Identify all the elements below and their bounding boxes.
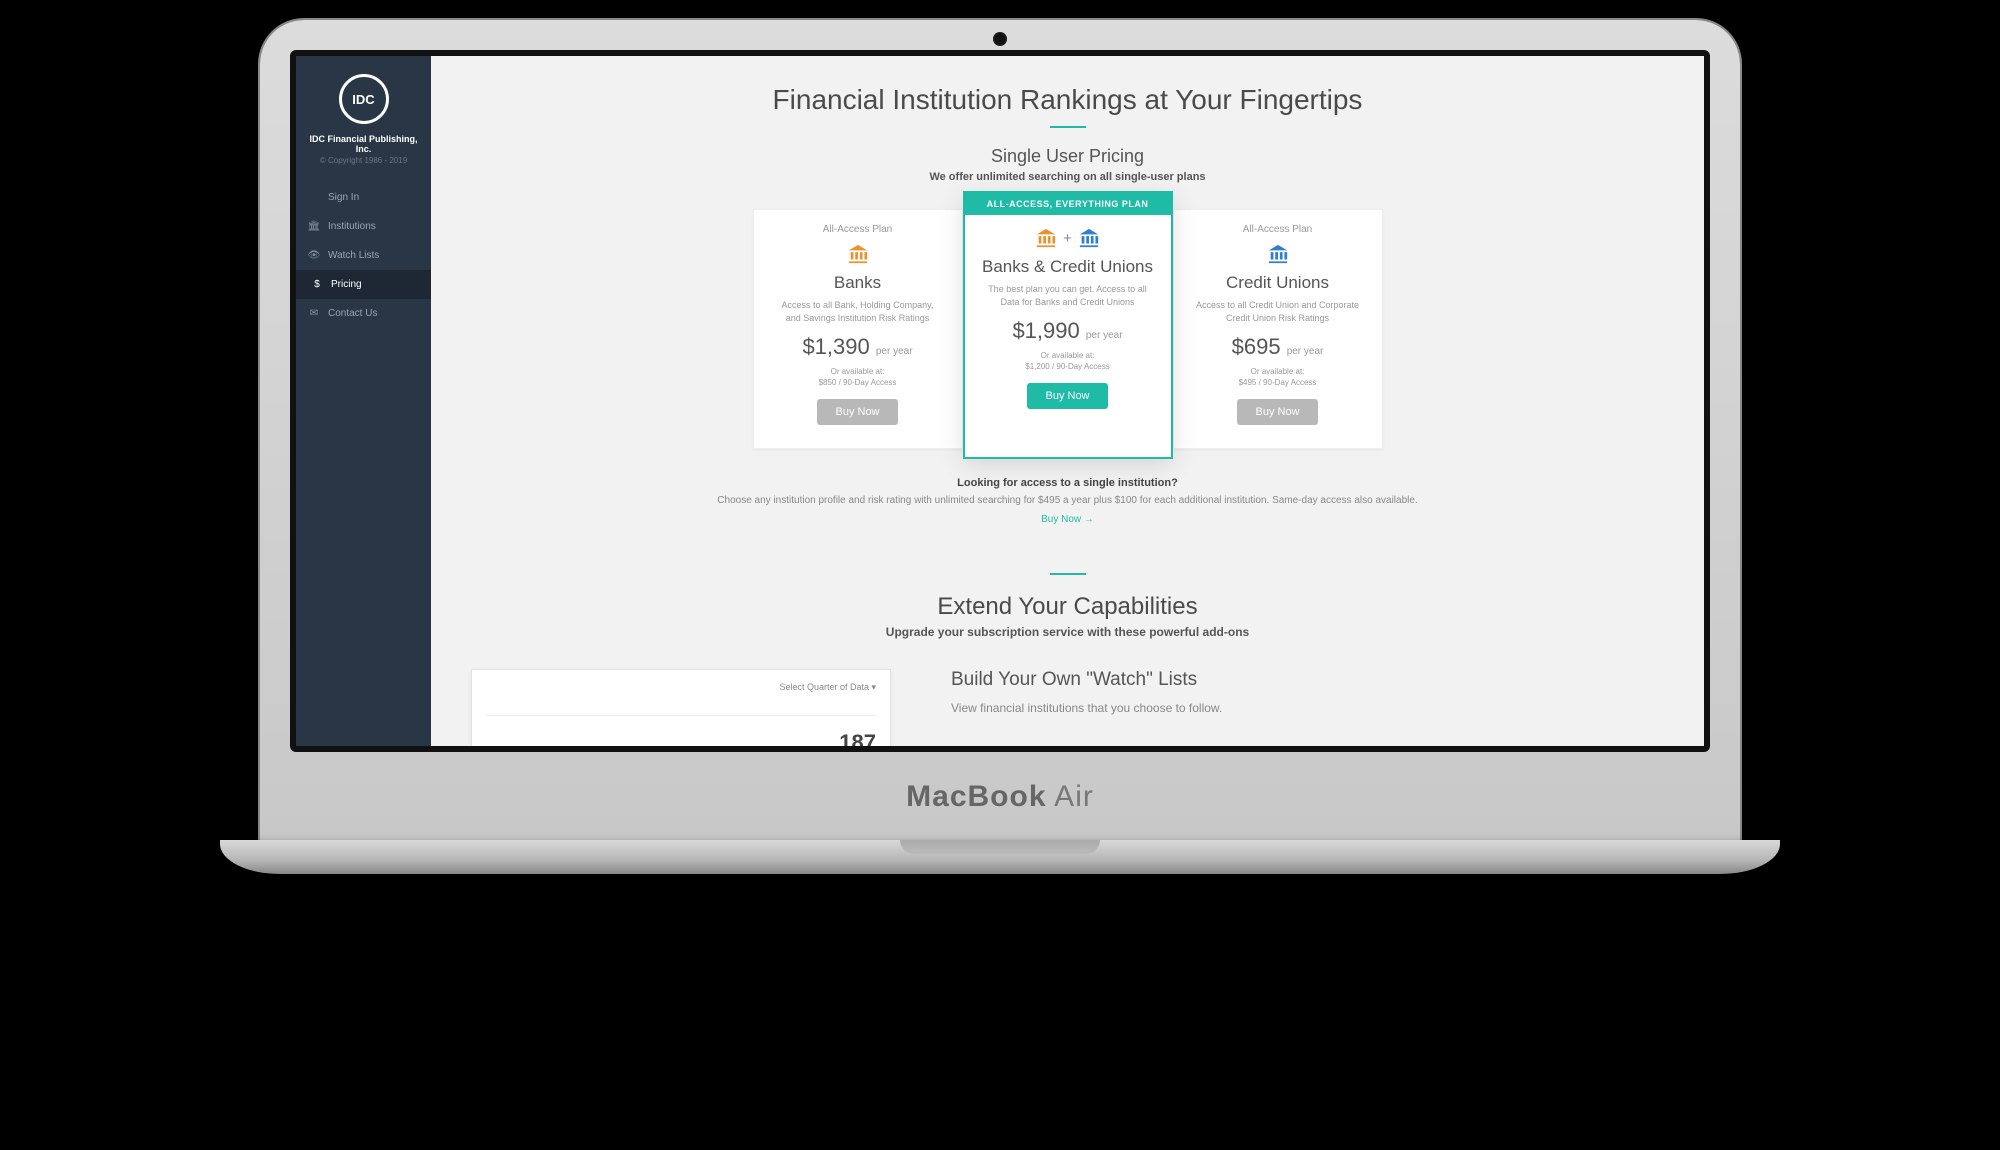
pricing-cards: All-Access Plan Banks Access to all Bank… [471,209,1664,459]
sidebar-item-pricing[interactable]: $ Pricing [296,270,431,299]
plan-card-banks: All-Access Plan Banks Access to all Bank… [753,209,963,449]
single-access-block: Looking for access to a single instituti… [471,477,1664,527]
binoculars-icon: 👁 [308,250,320,261]
brand-block: IDC IDC Financial Publishing, Inc. © Cop… [296,56,431,177]
extend-divider [1050,573,1086,575]
laptop-frame: IDC IDC Financial Publishing, Inc. © Cop… [260,20,1740,842]
plan-price: $1,990 per year [981,318,1155,344]
plan-desc: Access to all Bank, Holding Company, and… [770,299,946,324]
watch-title: Build Your Own "Watch" Lists [951,669,1664,691]
screen-bezel: IDC IDC Financial Publishing, Inc. © Cop… [290,50,1710,752]
bank-icon [1035,227,1057,249]
extend-section: Extend Your Capabilities Upgrade your su… [471,573,1664,746]
logo-icon: IDC [339,74,389,124]
extend-title: Extend Your Capabilities [471,593,1664,621]
plus-icon: + [1063,230,1072,247]
envelope-icon: ✉ [308,308,320,319]
pricing-subtext: We offer unlimited searching on all sing… [471,171,1664,183]
sidebar: IDC IDC Financial Publishing, Inc. © Cop… [296,56,431,746]
single-access-question: Looking for access to a single instituti… [471,477,1664,489]
plan-name: Credit Unions [1190,273,1366,293]
bank-icon [1267,243,1289,265]
sidebar-item-contact[interactable]: ✉ Contact Us [296,299,431,328]
plan-alt: Or available at:$850 / 90-Day Access [770,366,946,388]
laptop-base [220,840,1780,874]
extend-sub: Upgrade your subscription service with t… [471,625,1664,639]
buy-button-cu[interactable]: Buy Now [1237,399,1317,425]
buy-button-banks[interactable]: Buy Now [817,399,897,425]
dollar-icon: $ [311,279,323,290]
copyright-text: © Copyright 1986 - 2019 [304,156,423,165]
plan-name: Banks & Credit Unions [981,257,1155,277]
device-label-area: MacBook Air [290,752,1710,842]
bank-icon [1078,227,1100,249]
single-access-text: Choose any institution profile and risk … [658,495,1478,506]
title-divider [1050,126,1086,128]
rank-preview-card: Select Quarter of Data ▾ IDC Rank of Fin… [471,669,891,746]
watch-text: View financial institutions that you cho… [951,701,1664,715]
company-name: IDC Financial Publishing, Inc. [304,134,423,154]
page-title: Financial Institution Rankings at Your F… [471,84,1664,116]
plan-alt: Or available at:$495 / 90-Day Access [1190,366,1366,388]
device-label: MacBook Air [906,780,1094,814]
sidebar-item-watchlists[interactable]: 👁 Watch Lists [296,241,431,270]
plan-desc: The best plan you can get. Access to all… [981,283,1155,308]
plan-card-combo: ALL-ACCESS, EVERYTHING PLAN + Banks & Cr… [963,191,1173,459]
plan-label: All-Access Plan [770,224,946,235]
buy-button-combo[interactable]: Buy Now [1027,383,1107,409]
sidebar-item-signin[interactable]: Sign In [296,183,431,212]
quarter-selector[interactable]: Select Quarter of Data ▾ [486,682,876,693]
pricing-subtitle: Single User Pricing [471,146,1664,167]
camera-dot [993,32,1007,46]
bank-icon [847,243,869,265]
plan-card-cu: All-Access Plan Credit Unions Access to … [1173,209,1383,449]
plan-price: $695 per year [1190,334,1366,360]
app-screen: IDC IDC Financial Publishing, Inc. © Cop… [296,56,1704,746]
nav-label: Watch Lists [328,250,379,261]
watch-block: Build Your Own "Watch" Lists View financ… [951,669,1664,715]
nav-label: Institutions [328,221,376,232]
sidebar-item-institutions[interactable]: 🏛 Institutions [296,212,431,241]
nav-label: Contact Us [328,308,377,319]
plan-desc: Access to all Credit Union and Corporate… [1190,299,1366,324]
plan-label: All-Access Plan [1190,224,1366,235]
rank-value: 187 [793,730,876,746]
featured-banner: ALL-ACCESS, EVERYTHING PLAN [965,193,1171,215]
plan-name: Banks [770,273,946,293]
plan-price: $1,390 per year [770,334,946,360]
main-content: Financial Institution Rankings at Your F… [431,56,1704,746]
trackpad-notch [900,840,1100,854]
plan-alt: Or available at:$1,200 / 90-Day Access [981,350,1155,372]
bank-icon: 🏛 [308,221,320,232]
sidebar-nav: Sign In 🏛 Institutions 👁 Watch Lists $ Pric… [296,183,431,328]
nav-label: Pricing [331,279,362,290]
single-access-link[interactable]: Buy Now → [1041,514,1094,525]
nav-label: Sign In [328,192,359,203]
